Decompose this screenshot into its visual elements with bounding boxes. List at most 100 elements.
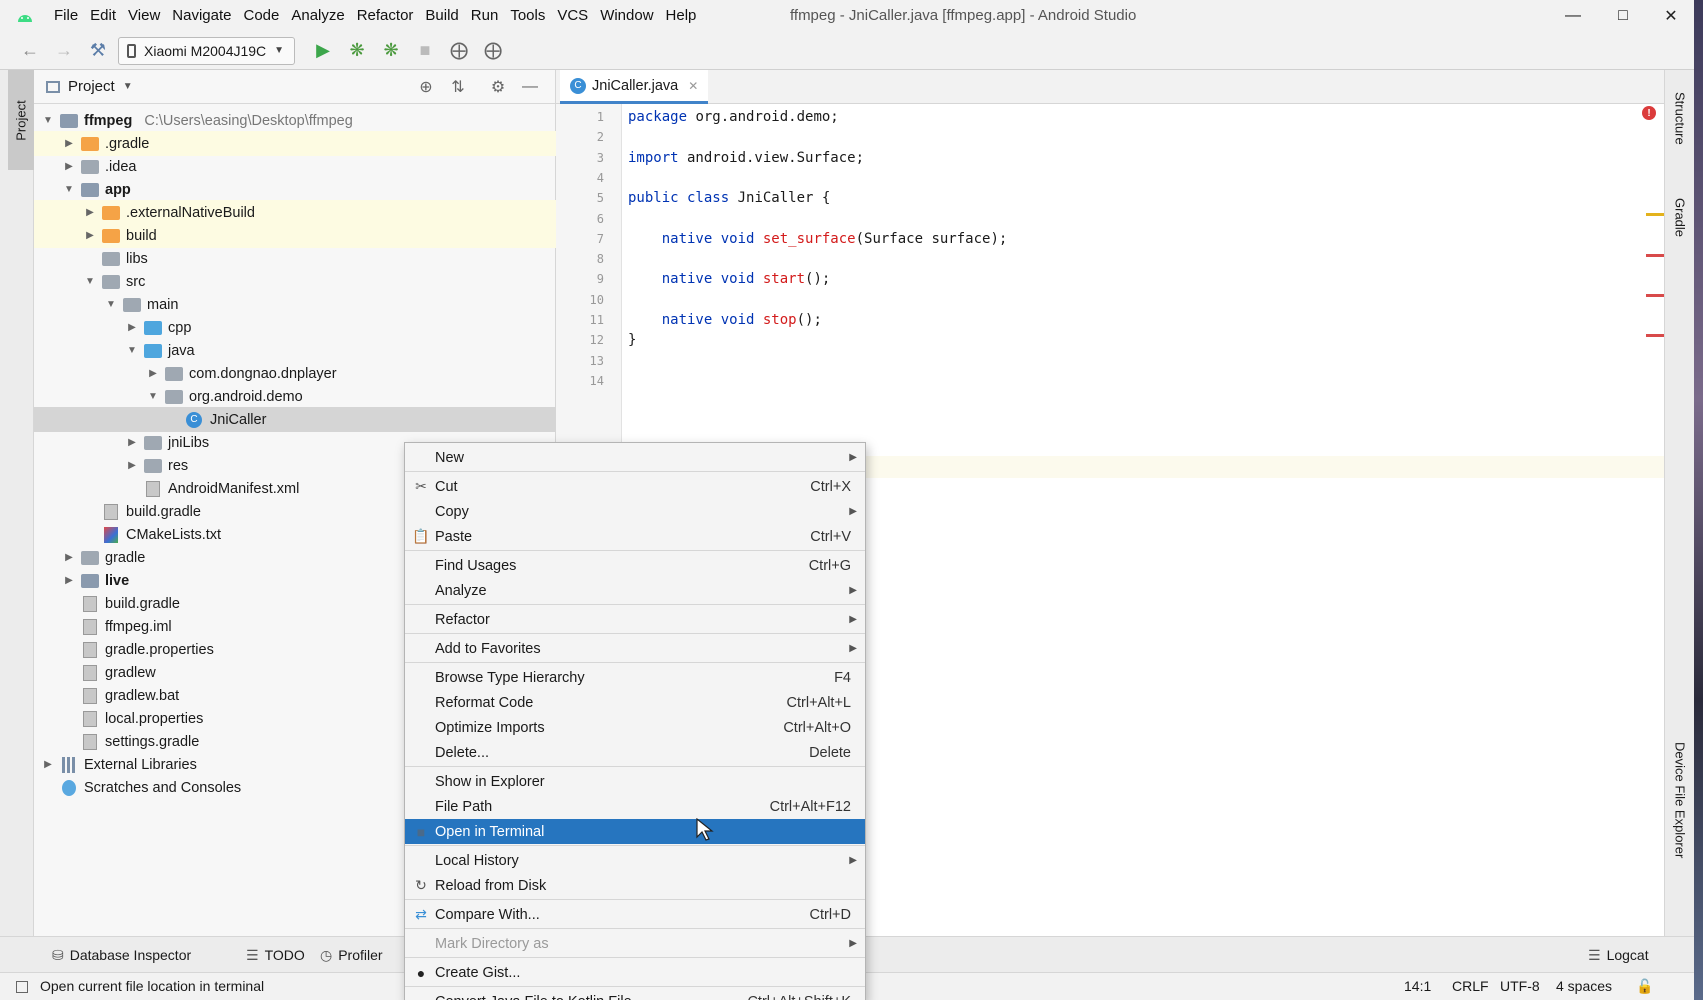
menu-navigate[interactable]: Navigate <box>166 0 237 32</box>
menu-item-cut[interactable]: ✂ Cut Ctrl+X <box>405 474 865 499</box>
tree-item[interactable]: C JniCaller <box>34 407 556 432</box>
expand-right-icon[interactable]: ▶ <box>124 460 140 471</box>
menu-item-file-path[interactable]: File Path Ctrl+Alt+F12 <box>405 794 865 819</box>
expand-down-icon[interactable]: ▼ <box>61 184 77 195</box>
menu-item-browse-type-hierarchy[interactable]: Browse Type Hierarchy F4 <box>405 665 865 690</box>
menu-refactor[interactable]: Refactor <box>351 0 420 32</box>
expand-right-icon[interactable]: ▶ <box>145 368 161 379</box>
collapse-all-icon[interactable]: ⇅ <box>448 77 468 97</box>
menu-item-create-gist[interactable]: ● Create Gist... <box>405 960 865 985</box>
tree-item[interactable]: libs <box>34 246 556 271</box>
expand-right-icon[interactable]: ▶ <box>82 207 98 218</box>
menu-item-copy[interactable]: Copy ▶ <box>405 499 865 524</box>
menu-item-open-in-terminal[interactable]: ■ Open in Terminal <box>405 819 865 844</box>
menu-analyze[interactable]: Analyze <box>285 0 350 32</box>
tree-item[interactable]: ▶ cpp <box>34 315 556 340</box>
error-stripe[interactable] <box>1646 334 1664 337</box>
menu-item-refactor[interactable]: Refactor ▶ <box>405 607 865 632</box>
menu-view[interactable]: View <box>122 0 166 32</box>
back-icon[interactable]: ← <box>16 37 44 65</box>
expand-down-icon[interactable]: ▼ <box>82 276 98 287</box>
menu-item-reload-from-disk[interactable]: ↻ Reload from Disk <box>405 873 865 898</box>
tree-item[interactable]: ▼ main <box>34 292 556 317</box>
locate-file-icon[interactable]: ⊕ <box>416 77 436 97</box>
expand-down-icon[interactable]: ▼ <box>40 115 56 126</box>
menu-edit[interactable]: Edit <box>84 0 122 32</box>
database-inspector-tab[interactable]: ⛁ Database Inspector <box>52 937 191 973</box>
structure-tool-tab[interactable]: Structure <box>1665 92 1694 145</box>
forward-icon[interactable]: → <box>50 37 78 65</box>
expand-right-icon[interactable]: ▶ <box>124 437 140 448</box>
menu-build[interactable]: Build <box>419 0 464 32</box>
tree-item[interactable]: ▼ ffmpeg C:\Users\easing\Desktop\ffmpeg <box>34 108 556 133</box>
project-tool-tab[interactable]: Project <box>8 70 34 170</box>
expand-down-icon[interactable]: ▼ <box>124 345 140 356</box>
expand-down-icon[interactable]: ▼ <box>145 391 161 402</box>
menu-item-reformat-code[interactable]: Reformat Code Ctrl+Alt+L <box>405 690 865 715</box>
todo-tab[interactable]: ☰ TODO <box>246 937 305 973</box>
menu-item-compare-with[interactable]: ⇄ Compare With... Ctrl+D <box>405 902 865 927</box>
debug-icon[interactable]: ❋ <box>343 37 371 65</box>
menu-vcs[interactable]: VCS <box>551 0 594 32</box>
profiler-tab[interactable]: ◷ Profiler <box>320 937 383 973</box>
menu-item-convert-java-file-to-kotlin-file[interactable]: Convert Java File to Kotlin File Ctrl+Alt… <box>405 989 865 1000</box>
chevron-down-icon[interactable]: ▼ <box>123 81 133 92</box>
close-tab-icon[interactable]: ✕ <box>688 79 698 93</box>
project-view-select[interactable]: Project <box>68 78 115 95</box>
menu-run[interactable]: Run <box>465 0 505 32</box>
close-button[interactable]: ✕ <box>1648 0 1694 32</box>
tree-item[interactable]: ▶ .externalNativeBuild <box>34 200 556 225</box>
editor-tab-jnicaller[interactable]: C JniCaller.java ✕ <box>560 70 709 104</box>
minimize-button[interactable]: — <box>1550 0 1596 32</box>
menu-item-optimize-imports[interactable]: Optimize Imports Ctrl+Alt+O <box>405 715 865 740</box>
device-selector[interactable]: Xiaomi M2004J19C ▼ <box>118 36 296 65</box>
menu-item-paste[interactable]: 📋 Paste Ctrl+V <box>405 524 865 549</box>
menu-item-add-to-favorites[interactable]: Add to Favorites ▶ <box>405 636 865 661</box>
error-stripe[interactable] <box>1646 294 1664 297</box>
menu-item-delete[interactable]: Delete... Delete <box>405 740 865 765</box>
lock-icon[interactable]: 🔓 <box>1636 973 1653 1000</box>
tree-item[interactable]: ▼ app <box>34 177 556 202</box>
menu-code[interactable]: Code <box>237 0 285 32</box>
status-toggle-icon[interactable] <box>16 973 28 1000</box>
attach-debugger-icon[interactable]: ❋ <box>377 37 405 65</box>
tree-item[interactable]: ▶ com.dongnao.dnplayer <box>34 361 556 386</box>
tree-item[interactable]: ▶ build <box>34 223 556 248</box>
menu-tools[interactable]: Tools <box>504 0 551 32</box>
logcat-tab[interactable]: ☰ Logcat <box>1588 937 1649 973</box>
avd-manager-icon[interactable]: ⨁ <box>479 37 507 65</box>
tree-item[interactable]: ▼ src <box>34 269 556 294</box>
expand-right-icon[interactable]: ▶ <box>82 230 98 241</box>
menu-file[interactable]: File <box>48 0 84 32</box>
indent-setting[interactable]: 4 spaces <box>1556 973 1612 1000</box>
warning-stripe[interactable] <box>1646 213 1664 216</box>
menu-item-new[interactable]: New ▶ <box>405 445 865 470</box>
device-file-explorer-tab[interactable]: Device File Explorer <box>1665 742 1694 858</box>
gear-icon[interactable]: ⚙ <box>488 77 508 97</box>
expand-right-icon[interactable]: ▶ <box>61 575 77 586</box>
expand-right-icon[interactable]: ▶ <box>40 759 56 770</box>
caret-position[interactable]: 14:1 <box>1404 973 1431 1000</box>
menu-window[interactable]: Window <box>594 0 659 32</box>
expand-right-icon[interactable]: ▶ <box>124 322 140 333</box>
tree-item[interactable]: ▶ .gradle <box>34 131 556 156</box>
expand-down-icon[interactable]: ▼ <box>103 299 119 310</box>
sdk-manager-icon[interactable]: ⨁ <box>445 37 473 65</box>
tree-item[interactable]: ▼ org.android.demo <box>34 384 556 409</box>
tree-item[interactable]: ▶ .idea <box>34 154 556 179</box>
menu-item-local-history[interactable]: Local History ▶ <box>405 848 865 873</box>
error-indicator-icon[interactable]: ! <box>1642 106 1656 120</box>
gradle-tool-tab[interactable]: Gradle <box>1665 198 1694 237</box>
expand-right-icon[interactable]: ▶ <box>61 161 77 172</box>
line-separator[interactable]: CRLF <box>1452 973 1489 1000</box>
menu-item-show-in-explorer[interactable]: Show in Explorer <box>405 769 865 794</box>
file-encoding[interactable]: UTF-8 <box>1500 973 1540 1000</box>
hide-panel-icon[interactable]: — <box>520 77 540 97</box>
expand-right-icon[interactable]: ▶ <box>61 138 77 149</box>
menu-help[interactable]: Help <box>660 0 703 32</box>
error-stripe[interactable] <box>1646 254 1664 257</box>
tree-item[interactable]: ▼ java <box>34 338 556 363</box>
expand-right-icon[interactable]: ▶ <box>61 552 77 563</box>
stop-icon[interactable]: ■ <box>411 37 439 65</box>
menu-item-analyze[interactable]: Analyze ▶ <box>405 578 865 603</box>
